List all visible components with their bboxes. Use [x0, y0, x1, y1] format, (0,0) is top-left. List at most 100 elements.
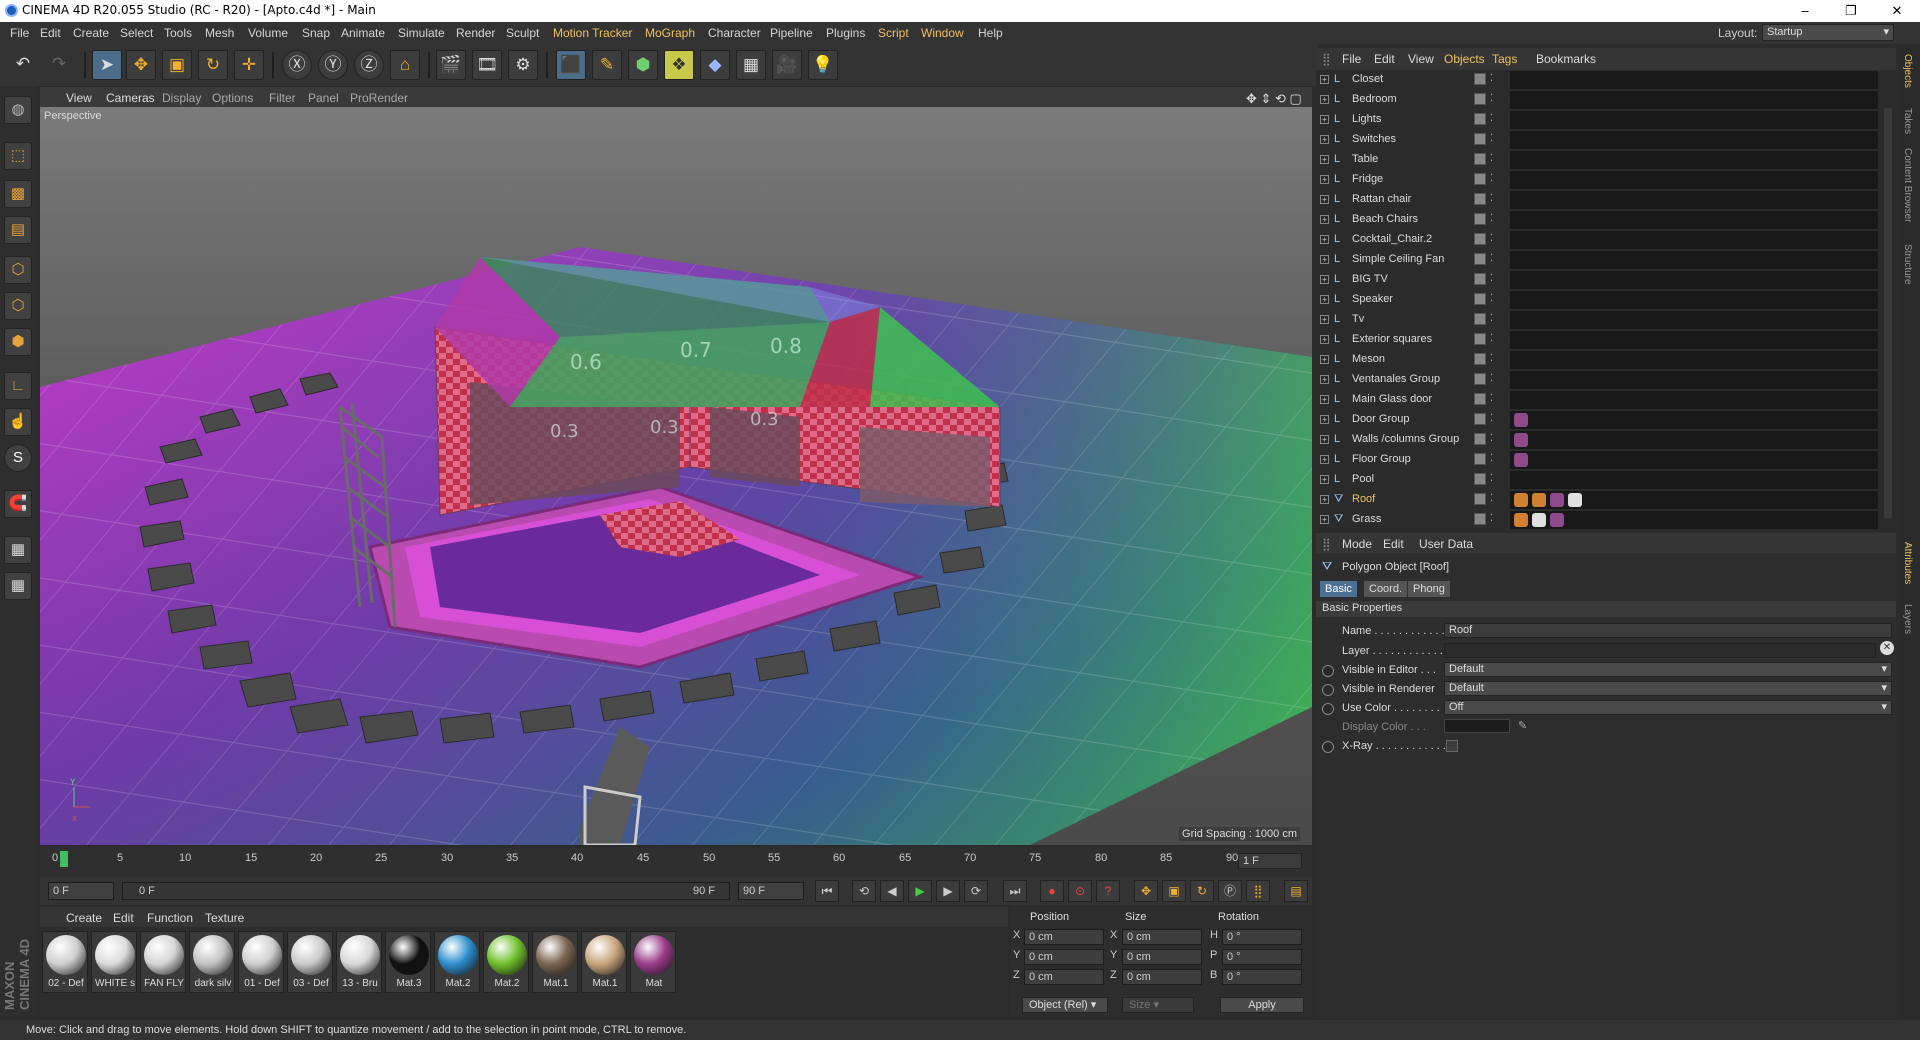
- layout-select[interactable]: Startup ▾: [1762, 24, 1894, 41]
- z-axis-lock-icon[interactable]: Ⓩ: [354, 50, 384, 80]
- camera-icon[interactable]: 🎥: [772, 50, 802, 80]
- scale-icon[interactable]: ▣: [162, 50, 192, 80]
- visibility-toggle-icon[interactable]: [1474, 313, 1486, 325]
- tab-coord[interactable]: Coord.: [1364, 581, 1408, 597]
- autokeying-icon[interactable]: ⊙: [1068, 880, 1092, 902]
- visibility-toggle-icon[interactable]: [1474, 73, 1486, 85]
- animate-radio-icon[interactable]: [1322, 684, 1334, 696]
- redo-icon[interactable]: ↷: [44, 50, 74, 80]
- viewport-menu-options[interactable]: Options: [212, 91, 253, 105]
- object-row[interactable]: + L Pool ⁚: [1316, 470, 1882, 490]
- expand-icon[interactable]: +: [1320, 315, 1329, 324]
- object-row[interactable]: + L Speaker ⁚: [1316, 290, 1882, 310]
- visibility-toggle-icon[interactable]: [1474, 293, 1486, 305]
- object-row[interactable]: + L Door Group ⁚: [1316, 410, 1882, 430]
- name-field[interactable]: Roof: [1444, 623, 1892, 638]
- cloner-icon[interactable]: ❖: [664, 50, 694, 80]
- object-tag-icon[interactable]: [1550, 513, 1564, 527]
- record-active-objects-icon[interactable]: ●: [1040, 880, 1064, 902]
- visibility-toggle-icon[interactable]: [1474, 173, 1486, 185]
- texture-mode-icon[interactable]: ▩: [4, 180, 32, 208]
- editor-render-dots-icon[interactable]: ⁚: [1490, 173, 1493, 184]
- object-row[interactable]: + L Closet ⁚: [1316, 70, 1882, 90]
- position-field[interactable]: 0 cm: [1024, 949, 1104, 965]
- object-list-scrollbar[interactable]: [1884, 108, 1892, 518]
- keyframe-selection-icon[interactable]: ?: [1096, 880, 1120, 902]
- editor-render-dots-icon[interactable]: ⁚: [1490, 93, 1493, 104]
- material-swatch[interactable]: Mat.1: [532, 931, 578, 993]
- viewport-menu-display[interactable]: Display: [162, 91, 201, 105]
- tab-phong[interactable]: Phong: [1408, 581, 1450, 597]
- size-field[interactable]: 0 cm: [1122, 969, 1202, 985]
- side-tab-layers[interactable]: Layers: [1902, 604, 1913, 634]
- expand-icon[interactable]: +: [1320, 95, 1329, 104]
- visibility-toggle-icon[interactable]: [1474, 513, 1486, 525]
- attr-menu-edit[interactable]: Edit: [1383, 537, 1404, 551]
- side-tab-content-browser[interactable]: Content Browser: [1902, 148, 1913, 222]
- material-menu-texture[interactable]: Texture: [205, 911, 244, 925]
- record-rotation-icon[interactable]: ↻: [1190, 880, 1214, 902]
- visibility-toggle-icon[interactable]: [1474, 333, 1486, 345]
- expand-icon[interactable]: +: [1320, 115, 1329, 124]
- viewport-navigation-icons[interactable]: ✥ ⇕ ⟲ ▢: [1246, 91, 1302, 107]
- viewport-menu-panel[interactable]: Panel: [308, 91, 339, 105]
- visible-in-renderer-select[interactable]: Default ▾: [1444, 681, 1892, 696]
- expand-icon[interactable]: +: [1320, 75, 1329, 84]
- material-menu-function[interactable]: Function: [147, 911, 193, 925]
- menu-snap[interactable]: Snap: [302, 26, 330, 40]
- om-menu-file[interactable]: File: [1342, 52, 1361, 66]
- subdivision-surface-icon[interactable]: ⬢: [628, 50, 658, 80]
- model-mode-icon[interactable]: ⬚: [4, 142, 32, 170]
- menu-simulate[interactable]: Simulate: [398, 26, 445, 40]
- points-mode-icon[interactable]: ⬡: [4, 256, 32, 284]
- end-frame-field[interactable]: 90 F: [738, 882, 804, 900]
- menu-volume[interactable]: Volume: [248, 26, 288, 40]
- object-row[interactable]: + L Fridge ⁚: [1316, 170, 1882, 190]
- record-point-level-icon[interactable]: ⣿: [1246, 880, 1270, 902]
- editor-render-dots-icon[interactable]: ⁚: [1490, 193, 1493, 204]
- expand-icon[interactable]: +: [1320, 215, 1329, 224]
- editor-render-dots-icon[interactable]: ⁚: [1490, 253, 1493, 264]
- material-swatch[interactable]: 13 - Bru: [336, 931, 382, 993]
- render-view-icon[interactable]: 🎬: [436, 50, 466, 80]
- editor-render-dots-icon[interactable]: ⁚: [1490, 313, 1493, 324]
- visibility-toggle-icon[interactable]: [1474, 273, 1486, 285]
- cube-icon[interactable]: ⬛: [556, 50, 586, 80]
- material-swatch[interactable]: Mat: [630, 931, 676, 993]
- editor-render-dots-icon[interactable]: ⁚: [1490, 113, 1493, 124]
- timeline-playhead[interactable]: [60, 851, 68, 867]
- om-menu-bookmarks[interactable]: Bookmarks: [1536, 52, 1596, 66]
- move-icon[interactable]: ✥: [126, 50, 156, 80]
- object-tag-icon[interactable]: [1568, 493, 1582, 507]
- scheme-settings-icon[interactable]: ▤: [1284, 880, 1308, 902]
- material-swatch[interactable]: 01 - Def: [238, 931, 284, 993]
- object-row[interactable]: + L Rattan chair ⁚: [1316, 190, 1882, 210]
- object-tag-icon[interactable]: [1514, 453, 1528, 467]
- visibility-toggle-icon[interactable]: [1474, 233, 1486, 245]
- rotation-field[interactable]: 0 °: [1222, 969, 1302, 985]
- visibility-toggle-icon[interactable]: [1474, 433, 1486, 445]
- object-row[interactable]: + L Tv ⁚: [1316, 310, 1882, 330]
- previous-frame-icon[interactable]: ◀: [880, 880, 904, 902]
- axis-mode-icon[interactable]: ∟: [4, 372, 32, 400]
- coordinate-system-icon[interactable]: ⌂: [390, 50, 420, 80]
- viewport-menu-cameras[interactable]: Cameras: [106, 91, 155, 105]
- lock-workplane-icon[interactable]: ▦: [4, 536, 32, 564]
- menu-character[interactable]: Character: [708, 26, 761, 40]
- minimize-button[interactable]: –: [1782, 0, 1828, 22]
- expand-icon[interactable]: +: [1320, 255, 1329, 264]
- menu-motion-tracker[interactable]: Motion Tracker: [553, 26, 632, 40]
- eyedropper-icon[interactable]: ✎: [1518, 719, 1527, 732]
- object-row[interactable]: + L Beach Chairs ⁚: [1316, 210, 1882, 230]
- expand-icon[interactable]: +: [1320, 475, 1329, 484]
- layer-clear-icon[interactable]: ✕: [1880, 641, 1894, 655]
- object-tag-icon[interactable]: [1514, 433, 1528, 447]
- material-menu-edit[interactable]: Edit: [113, 911, 134, 925]
- object-row[interactable]: + ⛛ Grass ⁚: [1316, 510, 1882, 530]
- animate-radio-icon[interactable]: [1322, 741, 1334, 753]
- object-tag-icon[interactable]: [1532, 513, 1546, 527]
- enable-snap-icon[interactable]: 🧲: [4, 490, 32, 518]
- expand-icon[interactable]: +: [1320, 455, 1329, 464]
- object-row[interactable]: + L Simple Ceiling Fan ⁚: [1316, 250, 1882, 270]
- size-field[interactable]: 0 cm: [1122, 929, 1202, 945]
